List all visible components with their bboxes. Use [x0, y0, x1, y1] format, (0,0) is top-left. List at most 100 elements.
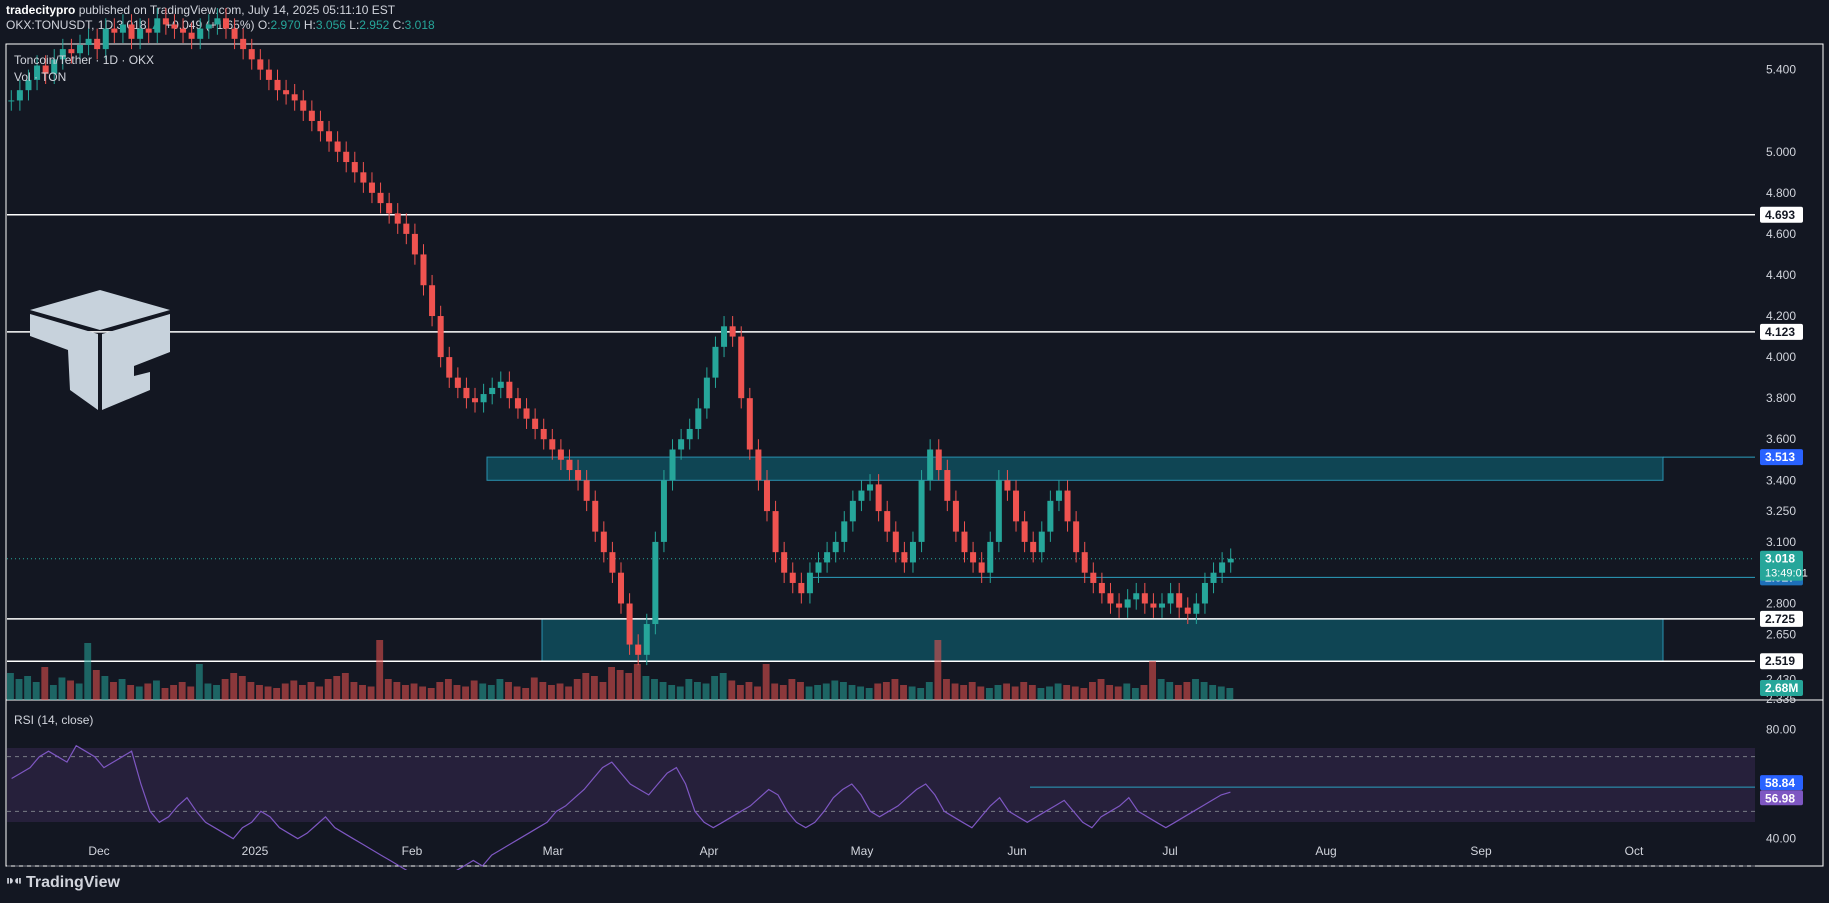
x-axis-label: Aug — [1315, 844, 1336, 858]
candle-body — [815, 562, 822, 573]
legend-title[interactable]: Toncoin/Tether · 1D · OKX — [14, 53, 154, 67]
price-tick-label: 5.400 — [1766, 63, 1796, 77]
volume-bar — [1131, 688, 1139, 700]
volume-bar — [590, 676, 598, 700]
support-resistance-zone — [486, 456, 1664, 481]
volume-bar — [573, 679, 581, 700]
candle-body — [265, 69, 272, 80]
candle-body — [94, 38, 101, 50]
candle-body — [763, 480, 770, 512]
support-resistance-zone — [541, 618, 1664, 662]
candle-body — [368, 182, 375, 193]
volume-bar — [925, 682, 933, 700]
volume-bar — [444, 679, 452, 700]
volume-bar — [797, 682, 804, 700]
volume-bar — [805, 686, 813, 700]
volume-bar — [831, 680, 839, 700]
candle-body — [892, 531, 899, 553]
volume-bar — [75, 683, 83, 700]
volume-bar — [762, 664, 770, 700]
volume-bar — [814, 685, 822, 700]
price-tick-label: 4.800 — [1766, 186, 1796, 200]
price-tick-label: 2.650 — [1766, 627, 1796, 641]
volume-bar — [256, 685, 263, 700]
volume-bar — [384, 679, 392, 700]
volume-bar — [307, 682, 315, 700]
candle-body — [1184, 607, 1191, 614]
volume-bar — [195, 664, 203, 700]
candle-body — [1073, 521, 1080, 553]
tradecity-logo — [30, 290, 170, 410]
price-tick-label: 3.250 — [1766, 504, 1796, 518]
candle-body — [76, 45, 83, 54]
zone-price-badge: 3.513 — [1765, 450, 1795, 464]
candle-body — [240, 38, 247, 50]
candle-body — [102, 28, 109, 50]
candle-body — [403, 223, 410, 234]
tradingview-footer[interactable]: ⁍⁌ TradingView — [6, 872, 120, 892]
candle-body — [540, 428, 547, 440]
volume-bar — [1003, 683, 1011, 700]
candle-body — [755, 449, 762, 481]
price-tick-label: 2.800 — [1766, 596, 1796, 610]
candle-body — [248, 49, 255, 60]
volume-bar — [281, 683, 289, 700]
volume-bar — [934, 640, 942, 700]
volume-bar — [41, 667, 49, 700]
volume-bar — [1209, 685, 1217, 700]
volume-bar — [848, 685, 856, 700]
volume-bar — [324, 679, 332, 700]
volume-bar — [427, 688, 435, 700]
candle-body — [188, 32, 195, 39]
legend-volume[interactable]: Vol · TON — [14, 70, 66, 84]
candle-body — [1021, 521, 1028, 542]
price-tick-label: 4.000 — [1766, 350, 1796, 364]
x-axis-label: Dec — [88, 844, 109, 858]
volume-bar — [479, 683, 487, 700]
candle-body — [463, 387, 470, 399]
x-axis-label: Apr — [700, 844, 719, 858]
candle-body — [1201, 582, 1208, 604]
candle-body — [729, 326, 736, 337]
volume-bar — [994, 685, 1002, 700]
volume-bar — [1080, 688, 1088, 700]
candle-body — [609, 552, 616, 573]
x-axis-label: May — [851, 844, 874, 858]
price-chart[interactable]: 80.00 40.00 58.8456.98 5.400 5.000 4.800 4.60… — [0, 0, 1829, 870]
candle-body — [1141, 593, 1148, 604]
volume-bar — [350, 682, 358, 700]
price-tick-label: 3.400 — [1766, 473, 1796, 487]
volume-bar — [376, 640, 384, 700]
candle-body — [798, 582, 805, 594]
candle-body — [643, 624, 650, 655]
volume-bar — [908, 686, 916, 700]
volume-bar — [960, 685, 968, 700]
candle-body — [472, 398, 479, 403]
x-axis-label: Jul — [1162, 844, 1177, 858]
candle-body — [1030, 541, 1037, 553]
volume-bar — [101, 676, 109, 700]
candle-body — [592, 500, 599, 532]
candle-body — [824, 552, 831, 563]
candle-body — [326, 131, 333, 142]
candle-body — [145, 28, 152, 33]
volume-bar — [1226, 688, 1234, 700]
candle-body — [85, 38, 92, 45]
volume-bar — [711, 676, 719, 700]
candle-body — [961, 531, 968, 553]
candle-body — [660, 480, 667, 542]
candle-body — [849, 500, 856, 522]
rsi-title[interactable]: RSI (14, close) — [14, 713, 93, 727]
level-price-badge: 4.693 — [1765, 208, 1795, 222]
candle-body — [1176, 593, 1183, 608]
candle-body — [781, 552, 788, 573]
volume-bar — [462, 686, 470, 700]
volume-bar — [170, 685, 178, 700]
candle-body — [171, 24, 178, 29]
candle-body — [360, 172, 367, 183]
volume-badge: 2.68M — [1765, 681, 1798, 695]
candle-body — [721, 326, 728, 347]
candle-body — [995, 480, 1002, 542]
candle-body — [257, 59, 264, 70]
volume-bar — [118, 679, 126, 700]
